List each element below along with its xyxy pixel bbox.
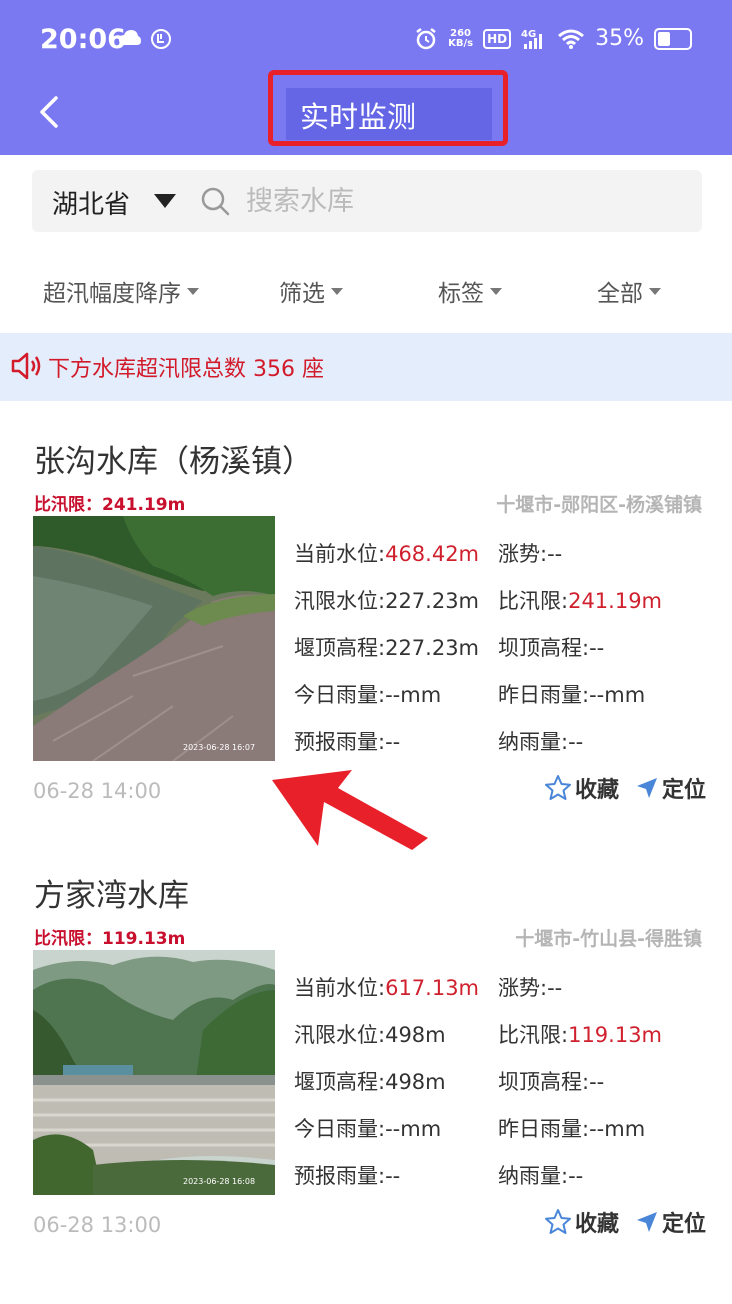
location-arrow-icon <box>637 778 657 798</box>
filter-all[interactable]: 全部 <box>597 274 661 308</box>
battery-percent: 35% <box>595 26 644 51</box>
svg-text:4G: 4G <box>521 29 536 40</box>
star-icon <box>545 1209 571 1234</box>
update-time: 06-28 14:00 <box>33 779 162 803</box>
back-arrow-icon[interactable] <box>34 92 66 132</box>
update-time: 06-28 13:00 <box>33 1213 162 1237</box>
net-speed: 260 KB/s <box>448 27 474 49</box>
annotation-arrow-icon <box>272 770 428 850</box>
signal-icon: 4G <box>521 29 543 49</box>
favorite-button[interactable]: 收藏 <box>544 772 619 804</box>
alarm-icon <box>416 27 436 49</box>
nav-bar: 实时监测 <box>0 70 732 155</box>
page-title: 实时监测 <box>300 100 417 134</box>
reservoir-photo[interactable]: 2023-06-28 16:08 <box>33 950 275 1195</box>
caret-down-icon[interactable] <box>154 194 176 208</box>
status-right-icons: 260 KB/s HD 4G 35% <box>414 26 692 51</box>
metric-rain-forecast: 预报雨量:-- <box>294 730 401 754</box>
province-selector[interactable]: 湖北省 <box>52 184 130 221</box>
notice-text: 下方水库超汛限总数 356 座 <box>48 357 324 382</box>
speaker-icon <box>11 352 41 380</box>
region-text: 十堰市-竹山县-得胜镇 <box>515 928 702 950</box>
over-limit-label: 比汛限：241.19m <box>34 495 186 515</box>
over-limit-label: 比汛限：119.13m <box>34 929 186 949</box>
metric-flood-limit: 汛限水位:498m <box>294 1023 446 1047</box>
reservoir-card[interactable]: 方家湾水库 比汛限：119.13m 十堰市-竹山县-得胜镇 2023-06-28… <box>0 870 732 1260</box>
caret-down-icon <box>490 287 502 295</box>
metric-dam-crest: 坝顶高程:-- <box>498 1070 605 1094</box>
metric-rain-today: 今日雨量:--mm <box>294 1117 442 1141</box>
metric-rain-today: 今日雨量:--mm <box>294 683 442 707</box>
metric-dam-crest: 坝顶高程:-- <box>498 636 605 660</box>
locate-button[interactable]: 定位 <box>636 1206 706 1238</box>
reservoir-name: 方家湾水库 <box>34 878 189 914</box>
locate-button[interactable]: 定位 <box>636 772 706 804</box>
notice-banner: 下方水库超汛限总数 356 座 <box>0 333 732 401</box>
metric-trend: 涨势:-- <box>498 976 563 1000</box>
metric-trend: 涨势:-- <box>498 542 563 566</box>
photo-timestamp: 2023-06-28 16:07 <box>183 743 255 752</box>
caret-down-icon <box>187 287 199 295</box>
wifi-icon <box>558 29 585 49</box>
search-bar: 湖北省 <box>32 170 702 232</box>
filter-sort[interactable]: 超汛幅度降序 <box>43 274 199 308</box>
metric-rain-yesterday: 昨日雨量:--mm <box>498 1117 646 1141</box>
metric-rain-capacity: 纳雨量:-- <box>498 730 584 754</box>
star-icon <box>545 775 571 800</box>
location-arrow-icon <box>637 1212 657 1232</box>
hd-badge: HD <box>483 28 512 49</box>
region-text: 十堰市-郧阳区-杨溪铺镇 <box>496 494 702 516</box>
battery-icon <box>654 27 692 50</box>
caret-down-icon <box>649 287 661 295</box>
app-notification-icon <box>151 29 171 49</box>
status-time: 20:06 <box>40 24 126 55</box>
status-left-icons <box>118 28 172 50</box>
metric-rain-forecast: 预报雨量:-- <box>294 1164 401 1188</box>
reservoir-photo[interactable]: 2023-06-28 16:07 <box>33 516 275 761</box>
reservoir-name: 张沟水库（杨溪镇） <box>34 444 313 480</box>
filter-screen[interactable]: 筛选 <box>279 274 343 308</box>
metric-current-level: 当前水位:617.13m <box>294 976 480 1000</box>
metric-flood-limit: 汛限水位:227.23m <box>294 589 480 613</box>
metric-over-limit: 比汛限:241.19m <box>498 589 663 613</box>
photo-timestamp: 2023-06-28 16:08 <box>183 1177 255 1186</box>
metric-weir-crest: 堰顶高程:498m <box>294 1070 446 1094</box>
favorite-button[interactable]: 收藏 <box>544 1206 619 1238</box>
caret-down-icon <box>331 287 343 295</box>
metric-weir-crest: 堰顶高程:227.23m <box>294 636 480 660</box>
search-icon <box>201 187 230 216</box>
metric-rain-yesterday: 昨日雨量:--mm <box>498 683 646 707</box>
filter-row: 超汛幅度降序 筛选 标签 全部 <box>0 262 732 318</box>
metric-over-limit: 比汛限:119.13m <box>498 1023 663 1047</box>
filter-tags[interactable]: 标签 <box>438 274 502 308</box>
search-input[interactable] <box>244 178 678 224</box>
cloud-icon <box>119 30 141 45</box>
metric-rain-capacity: 纳雨量:-- <box>498 1164 584 1188</box>
metric-current-level: 当前水位:468.42m <box>294 542 480 566</box>
